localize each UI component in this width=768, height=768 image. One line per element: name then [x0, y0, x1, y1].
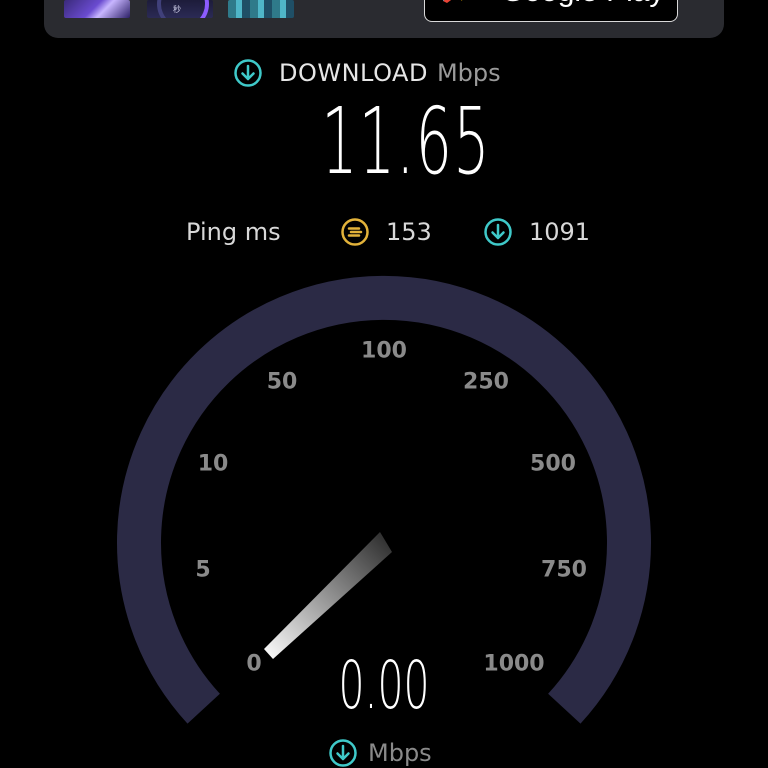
gauge-tick-label: 50 [266, 369, 298, 395]
gauge-tick-label: 5 [195, 557, 211, 583]
speedtest-screen: 秒 Google Play DOWNLOAD Mbps 11.65 Ping m… [0, 0, 768, 768]
gauge-tick-label: 500 [530, 451, 576, 477]
gauge-unit: Mbps [328, 738, 432, 768]
gauge-unit-label: Mbps [368, 739, 432, 767]
gauge-needle [264, 532, 392, 659]
gauge-tick-label: 10 [197, 451, 229, 477]
gauge-tick-label: 100 [361, 338, 407, 364]
gauge-current-value: 0.00 [338, 647, 430, 724]
gauge-tick-label: 750 [541, 557, 587, 583]
arrow-down-circle-icon [329, 739, 357, 767]
gauge-tick-label: 250 [463, 369, 509, 395]
